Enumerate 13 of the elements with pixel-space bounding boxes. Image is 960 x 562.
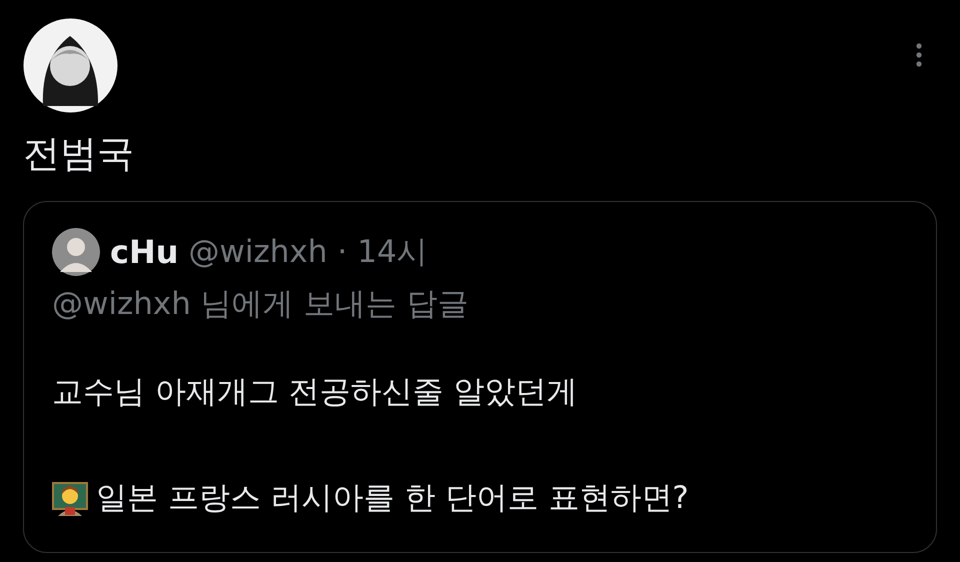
quoted-post-card[interactable]: cHu @wizhxh · 14시 @wizhxh 님에게 보내는 답글 교수님 아재개그 전공하신줄 알았던게 일본 프랑스 러시아를 한 단어로 표현하면? [23,201,937,553]
avatar[interactable] [52,228,100,276]
post-text: 전범국 [23,131,135,177]
author-name[interactable]: cHu [110,228,179,276]
quote-text: 일본 프랑스 러시아를 한 단어로 표현하면? [96,479,689,518]
quote-text: 교수님 아재개그 전공하신줄 알았던게 [52,373,579,412]
author-handle[interactable]: @wizhxh [188,228,328,276]
separator-dot: · [337,232,348,272]
reply-context: @wizhxh 님에게 보내는 답글 [52,285,470,324]
more-options-icon[interactable] [916,43,922,67]
post-time: 14시 [357,232,428,272]
avatar[interactable] [23,18,118,113]
teacher-icon [52,480,88,516]
